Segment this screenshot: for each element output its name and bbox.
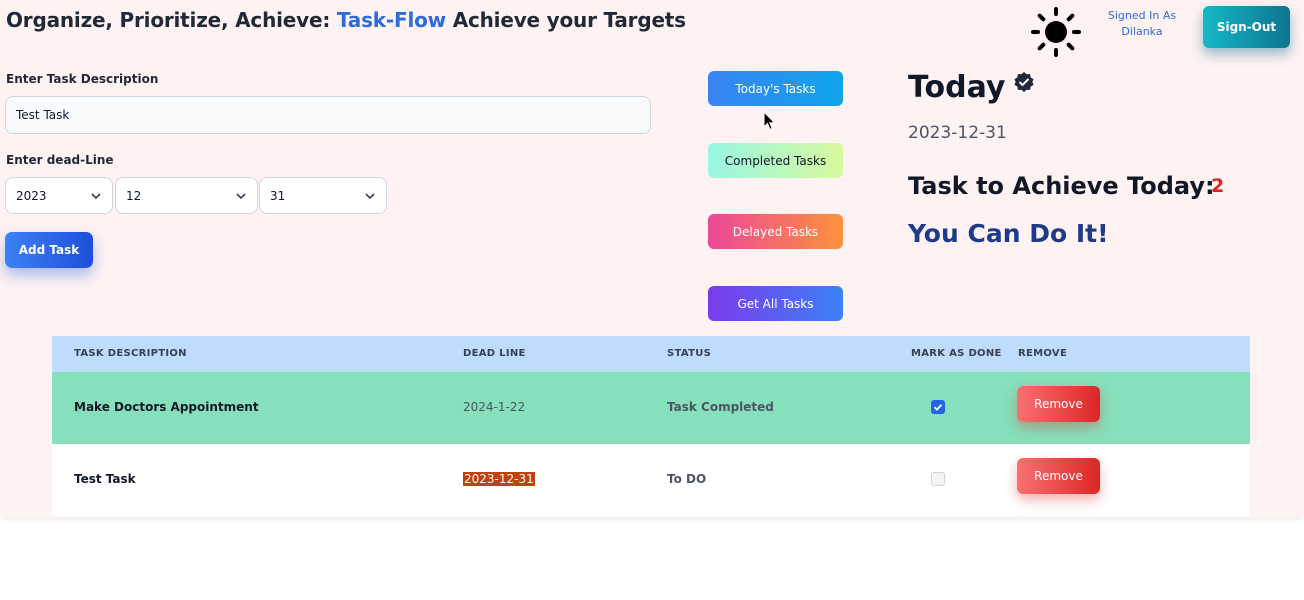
header-task-description: Task Description	[74, 348, 187, 359]
title-prefix: Organize, Prioritize, Achieve:	[6, 8, 331, 32]
task-description-cell: Test Task	[74, 472, 136, 486]
mark-done-checkbox[interactable]	[931, 472, 945, 486]
header-remove: Remove	[1018, 348, 1068, 359]
deadline-label: Enter dead-Line	[6, 153, 114, 167]
remove-button[interactable]: Remove	[1017, 386, 1100, 422]
verified-badge-icon	[1014, 72, 1034, 92]
add-task-button[interactable]: Add Task	[5, 232, 93, 268]
chevron-down-icon	[365, 192, 375, 199]
table-header: Task Description Dead Line Status Mark A…	[52, 336, 1250, 372]
month-select[interactable]: 12	[115, 177, 258, 214]
signed-in-status: Signed In As Dilanka	[1098, 8, 1186, 40]
table-row: Make Doctors Appointment 2024-1-22 Task …	[52, 372, 1250, 444]
header-deadline: Dead Line	[463, 348, 526, 359]
signed-in-label: Signed In As	[1107, 9, 1177, 22]
remove-button[interactable]: Remove	[1017, 458, 1100, 494]
completed-tasks-button[interactable]: Completed Tasks	[708, 143, 843, 178]
chevron-down-icon	[91, 192, 101, 199]
task-flow-app: Organize, Prioritize, Achieve: Task-Flow…	[0, 0, 1304, 518]
deadline-cell: 2024-1-22	[463, 400, 526, 414]
user-name: Dilanka	[1121, 25, 1163, 38]
task-description-cell: Make Doctors Appointment	[74, 400, 259, 414]
mouse-cursor-icon	[763, 111, 776, 131]
day-select[interactable]: 31	[259, 177, 387, 214]
today-heading: Today	[908, 70, 1006, 105]
tasks-to-achieve-label: Task to Achieve Today:	[908, 172, 1215, 200]
year-value: 2023	[16, 188, 47, 203]
page-title: Organize, Prioritize, Achieve: Task-Flow…	[6, 8, 686, 32]
tasks-table: Task Description Dead Line Status Mark A…	[52, 336, 1250, 516]
mark-done-checkbox[interactable]	[931, 400, 945, 414]
day-value: 31	[270, 188, 286, 203]
status-cell: To DO	[667, 472, 707, 486]
brand-name: Task-Flow	[336, 8, 446, 32]
task-description-input[interactable]	[5, 96, 651, 134]
task-description-label: Enter Task Description	[6, 72, 159, 86]
signout-button[interactable]: Sign-Out	[1203, 6, 1290, 48]
month-value: 12	[126, 188, 142, 203]
deadline-cell: 2023-12-31	[463, 472, 535, 486]
header-status: Status	[667, 348, 712, 359]
header-mark-as-done: Mark As Done	[911, 348, 1002, 359]
todays-tasks-button[interactable]: Today's Tasks	[708, 71, 843, 106]
tasks-to-achieve-count: 2	[1211, 175, 1225, 197]
chevron-down-icon	[236, 192, 246, 199]
table-row: Test Task 2023-12-31 To DO Remove	[52, 444, 1250, 516]
today-date: 2023-12-31	[908, 123, 1007, 143]
get-all-tasks-button[interactable]: Get All Tasks	[708, 286, 843, 321]
year-select[interactable]: 2023	[5, 177, 113, 214]
sun-icon[interactable]	[1029, 5, 1083, 59]
status-cell: Task Completed	[667, 400, 774, 414]
title-suffix: Achieve your Targets	[452, 8, 686, 32]
motivation-text: You Can Do It!	[908, 219, 1109, 248]
delayed-tasks-button[interactable]: Delayed Tasks	[708, 214, 843, 249]
